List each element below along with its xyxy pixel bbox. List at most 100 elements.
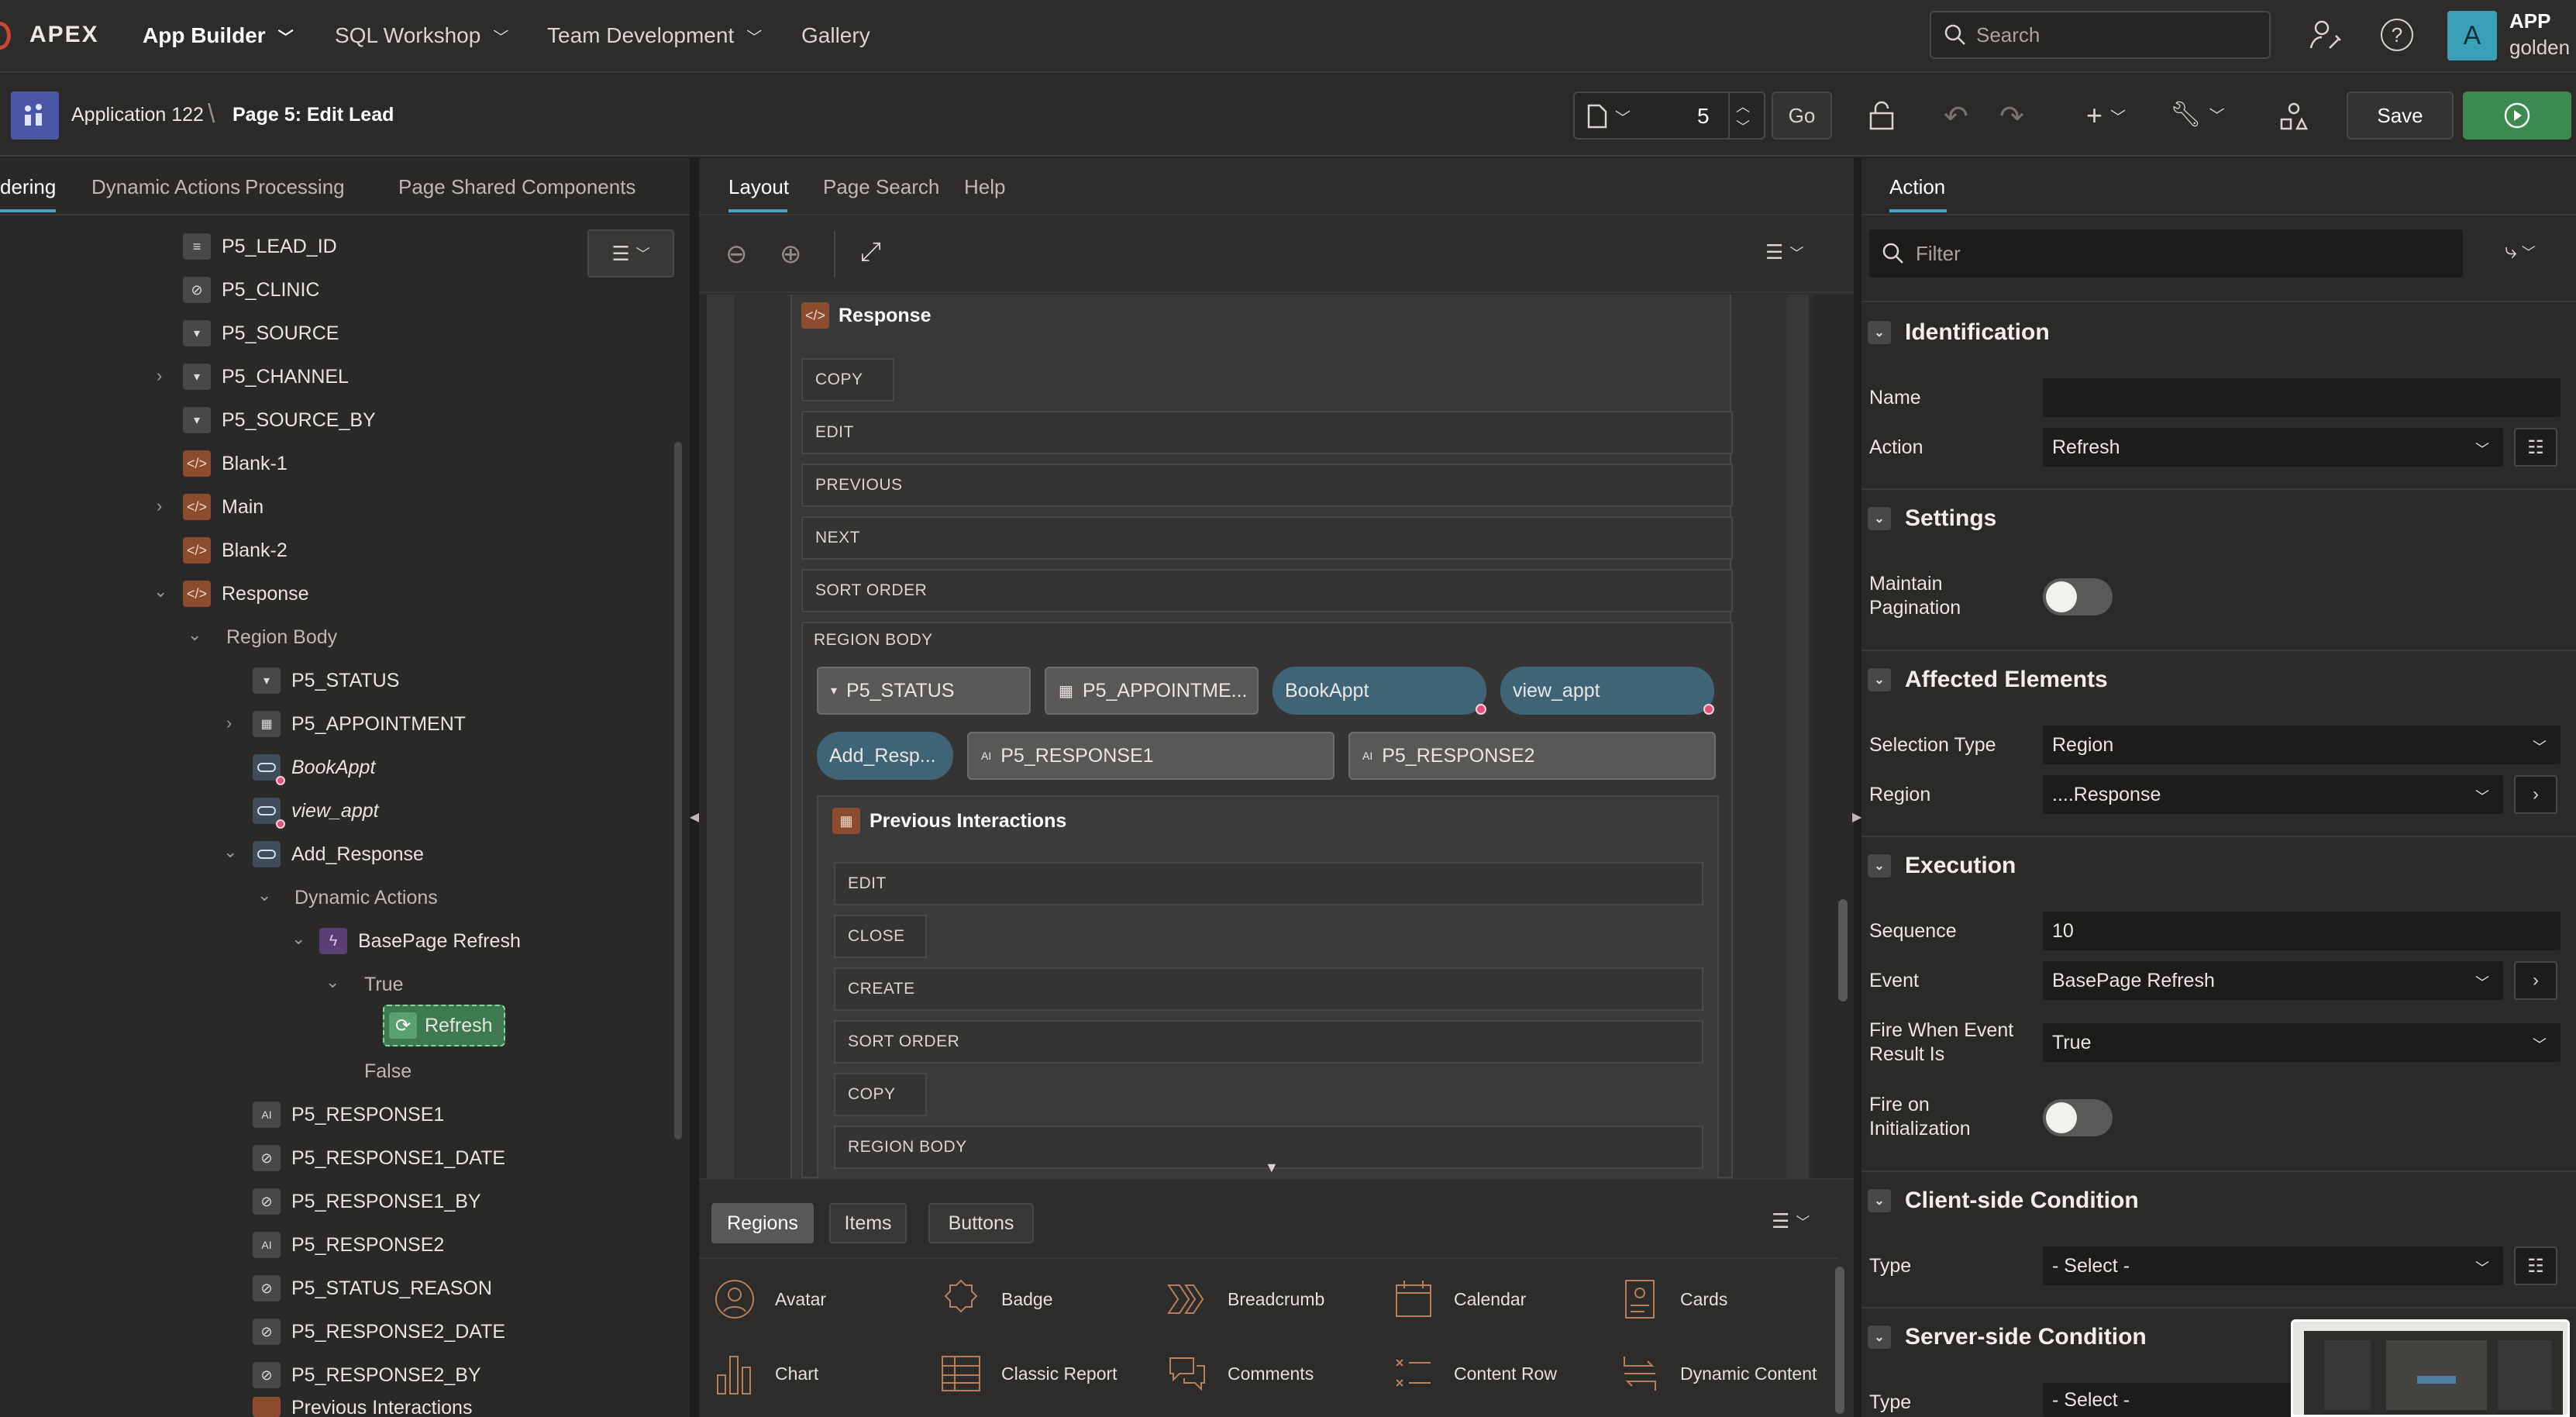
application-icon[interactable] [11,91,59,140]
position-sort-order[interactable]: SORT ORDER [834,1020,1703,1064]
chevron-down-icon[interactable]: ⌄ [223,842,237,862]
tree-scrollbar[interactable] [674,442,682,1139]
zoom-out-icon[interactable]: ⊖ [725,239,748,270]
tree-node[interactable]: True [364,964,403,1005]
admin-tools-icon[interactable] [2308,17,2344,53]
save-button[interactable]: Save [2347,91,2454,140]
global-search[interactable]: Search [1930,11,2271,59]
position-previous[interactable]: PREVIOUS [801,464,1733,507]
tree-node-selected[interactable]: ⟳ Refresh [383,1005,505,1046]
window-thumbnail[interactable] [2291,1319,2570,1417]
gallery-item-cards[interactable]: Cards [1615,1274,1727,1324]
run-page-button[interactable] [2463,91,2571,140]
tab-dynamic-actions[interactable]: Dynamic Actions [91,175,240,199]
chevron-down-icon[interactable]: ⌄ [153,581,167,602]
layout-menu-button[interactable]: ☰ ﹀ [1765,240,1803,264]
nav-app-builder[interactable]: App Builder ﹀ [143,23,294,48]
tab-help[interactable]: Help [964,175,1005,199]
canvas-scrollbar[interactable] [1838,899,1848,1002]
item-chip[interactable]: AI P5_RESPONSE1 [967,732,1334,780]
go-button[interactable]: Go [1772,91,1832,140]
chevron-down-icon[interactable]: ⌄ [257,885,271,905]
chevron-down-icon[interactable]: ⌄ [291,929,305,949]
gallery-item-dynamic-content[interactable]: Dynamic Content [1615,1349,1817,1398]
tab-page-search[interactable]: Page Search [823,175,939,199]
go-to-event-button[interactable]: › [2514,961,2557,1000]
button-chip[interactable]: Add_Resp... [817,732,953,780]
gallery-item-comments[interactable]: Comments [1162,1349,1314,1398]
gallery-item-calendar[interactable]: Calendar [1389,1274,1526,1324]
expand-icon[interactable]: ⤢ [860,237,881,267]
gallery-item-content-row[interactable]: Content Row [1389,1349,1557,1398]
zoom-in-icon[interactable]: ⊕ [780,239,802,270]
collapse-right-icon[interactable]: ▶ [1852,809,1861,825]
item-chip[interactable]: ▦ P5_APPOINTME... [1045,667,1259,715]
section-identification[interactable]: ⌄ Identification [1868,304,2565,361]
tab-processing[interactable]: Processing [245,175,345,199]
tree-node[interactable]: ⊘ P5_RESPONSE1_BY [253,1181,481,1222]
gallery-item-classic-report[interactable]: Classic Report [936,1349,1118,1398]
button-chip[interactable]: view_appt [1500,667,1714,715]
tab-page-shared-components[interactable]: Page Shared Components [398,175,635,199]
right-splitter[interactable]: ▶ [1852,158,1861,1417]
chevron-right-icon[interactable]: › [157,366,162,386]
list-options-button[interactable]: ☷ [2514,1246,2557,1285]
layout-canvas[interactable]: </> Response COPY EDIT PREVIOUS NEXT SOR… [699,295,1854,1178]
tree-node[interactable]: AI P5_RESPONSE2 [253,1225,444,1265]
chevron-down-icon[interactable]: ⌄ [325,972,339,992]
undo-icon[interactable]: ↶ [1944,99,1968,134]
left-splitter[interactable]: ◀ [690,158,699,1417]
previous-interactions-region[interactable]: ▦ Previous Interactions EDIT CLOSE CREAT… [817,795,1719,1178]
chevron-right-icon[interactable]: › [157,496,162,516]
tree-node[interactable]: ⊘ P5_RESPONSE2_BY [253,1355,481,1395]
tab-rendering[interactable]: dering [0,175,56,199]
position-sort-order[interactable]: SORT ORDER [801,569,1733,612]
tree-node[interactable]: ▾ P5_CHANNEL [183,357,349,397]
tree-node[interactable]: Region Body [226,617,337,657]
section-client-side-condition[interactable]: ⌄ Client-side Condition [1868,1172,2565,1229]
sequence-input[interactable]: 10 [2043,912,2561,950]
create-menu-button[interactable]: + ﹀ [2086,99,2126,132]
tree-node[interactable]: False [364,1051,412,1091]
position-edit[interactable]: EDIT [801,411,1733,454]
fire-on-initialization-toggle[interactable] [2043,1099,2113,1136]
tree-node[interactable]: Add_Response [253,834,424,874]
event-select[interactable]: BasePage Refresh ﹀ [2043,961,2503,1000]
region-body-container[interactable]: REGION BODY ▾ P5_STATUS ▦ P5_APPOINTME... … [801,622,1733,1178]
chevron-right-icon[interactable]: › [226,713,232,733]
tree-node[interactable]: Dynamic Actions [294,877,438,918]
fire-when-select[interactable]: True ﹀ [2043,1023,2561,1062]
client-type-select[interactable]: - Select - ﹀ [2043,1246,2503,1285]
nav-gallery[interactable]: Gallery [801,23,870,48]
resize-handle-icon[interactable]: ▼ [1265,1160,1279,1176]
gallery-item-chart[interactable]: Chart [710,1349,818,1398]
nav-team-development[interactable]: Team Development ﹀ [547,23,762,48]
tree-menu-button[interactable]: ☰ ﹀ [587,229,674,278]
tree-node[interactable]: </> Blank-1 [183,443,288,484]
breadcrumb-application[interactable]: Application 122 [71,104,204,126]
go-to-region-button[interactable]: › [2514,775,2557,814]
chevron-down-icon[interactable]: ﹀ [1736,116,1750,136]
gallery-item-breadcrumb[interactable]: Breadcrumb [1162,1274,1324,1324]
gallery-tab-items[interactable]: Items [829,1203,907,1243]
region-select[interactable]: ....Response ﹀ [2043,775,2503,814]
list-options-button[interactable]: ☷ [2514,428,2557,467]
position-create[interactable]: CREATE [834,967,1703,1011]
tree-node[interactable]: AI P5_RESPONSE1 [253,1095,444,1135]
tree-node[interactable]: ▦ P5_APPOINTMENT [253,704,466,744]
button-chip[interactable]: BookAppt [1273,667,1486,715]
filter-input[interactable]: Filter [1869,229,2463,278]
position-copy[interactable]: COPY [801,358,894,402]
utilities-menu-button[interactable]: 🔧︎ ﹀ [2170,99,2225,129]
gallery-item-avatar[interactable]: Avatar [710,1274,826,1324]
tree-node[interactable]: ▾ P5_SOURCE [183,313,339,353]
gallery-scrollbar[interactable] [1835,1267,1844,1414]
position-close[interactable]: CLOSE [834,915,927,958]
tree-node[interactable]: ⊘ P5_RESPONSE2_DATE [253,1312,505,1352]
gallery-menu-button[interactable]: ☰ ﹀ [1772,1209,1810,1233]
page-selector[interactable]: ﹀ 5 ︿ ﹀ [1573,91,1765,140]
gallery-tab-buttons[interactable]: Buttons [928,1203,1034,1243]
position-copy[interactable]: COPY [834,1073,927,1116]
tree-node[interactable]: BookAppt [253,747,375,788]
position-edit[interactable]: EDIT [834,862,1703,905]
